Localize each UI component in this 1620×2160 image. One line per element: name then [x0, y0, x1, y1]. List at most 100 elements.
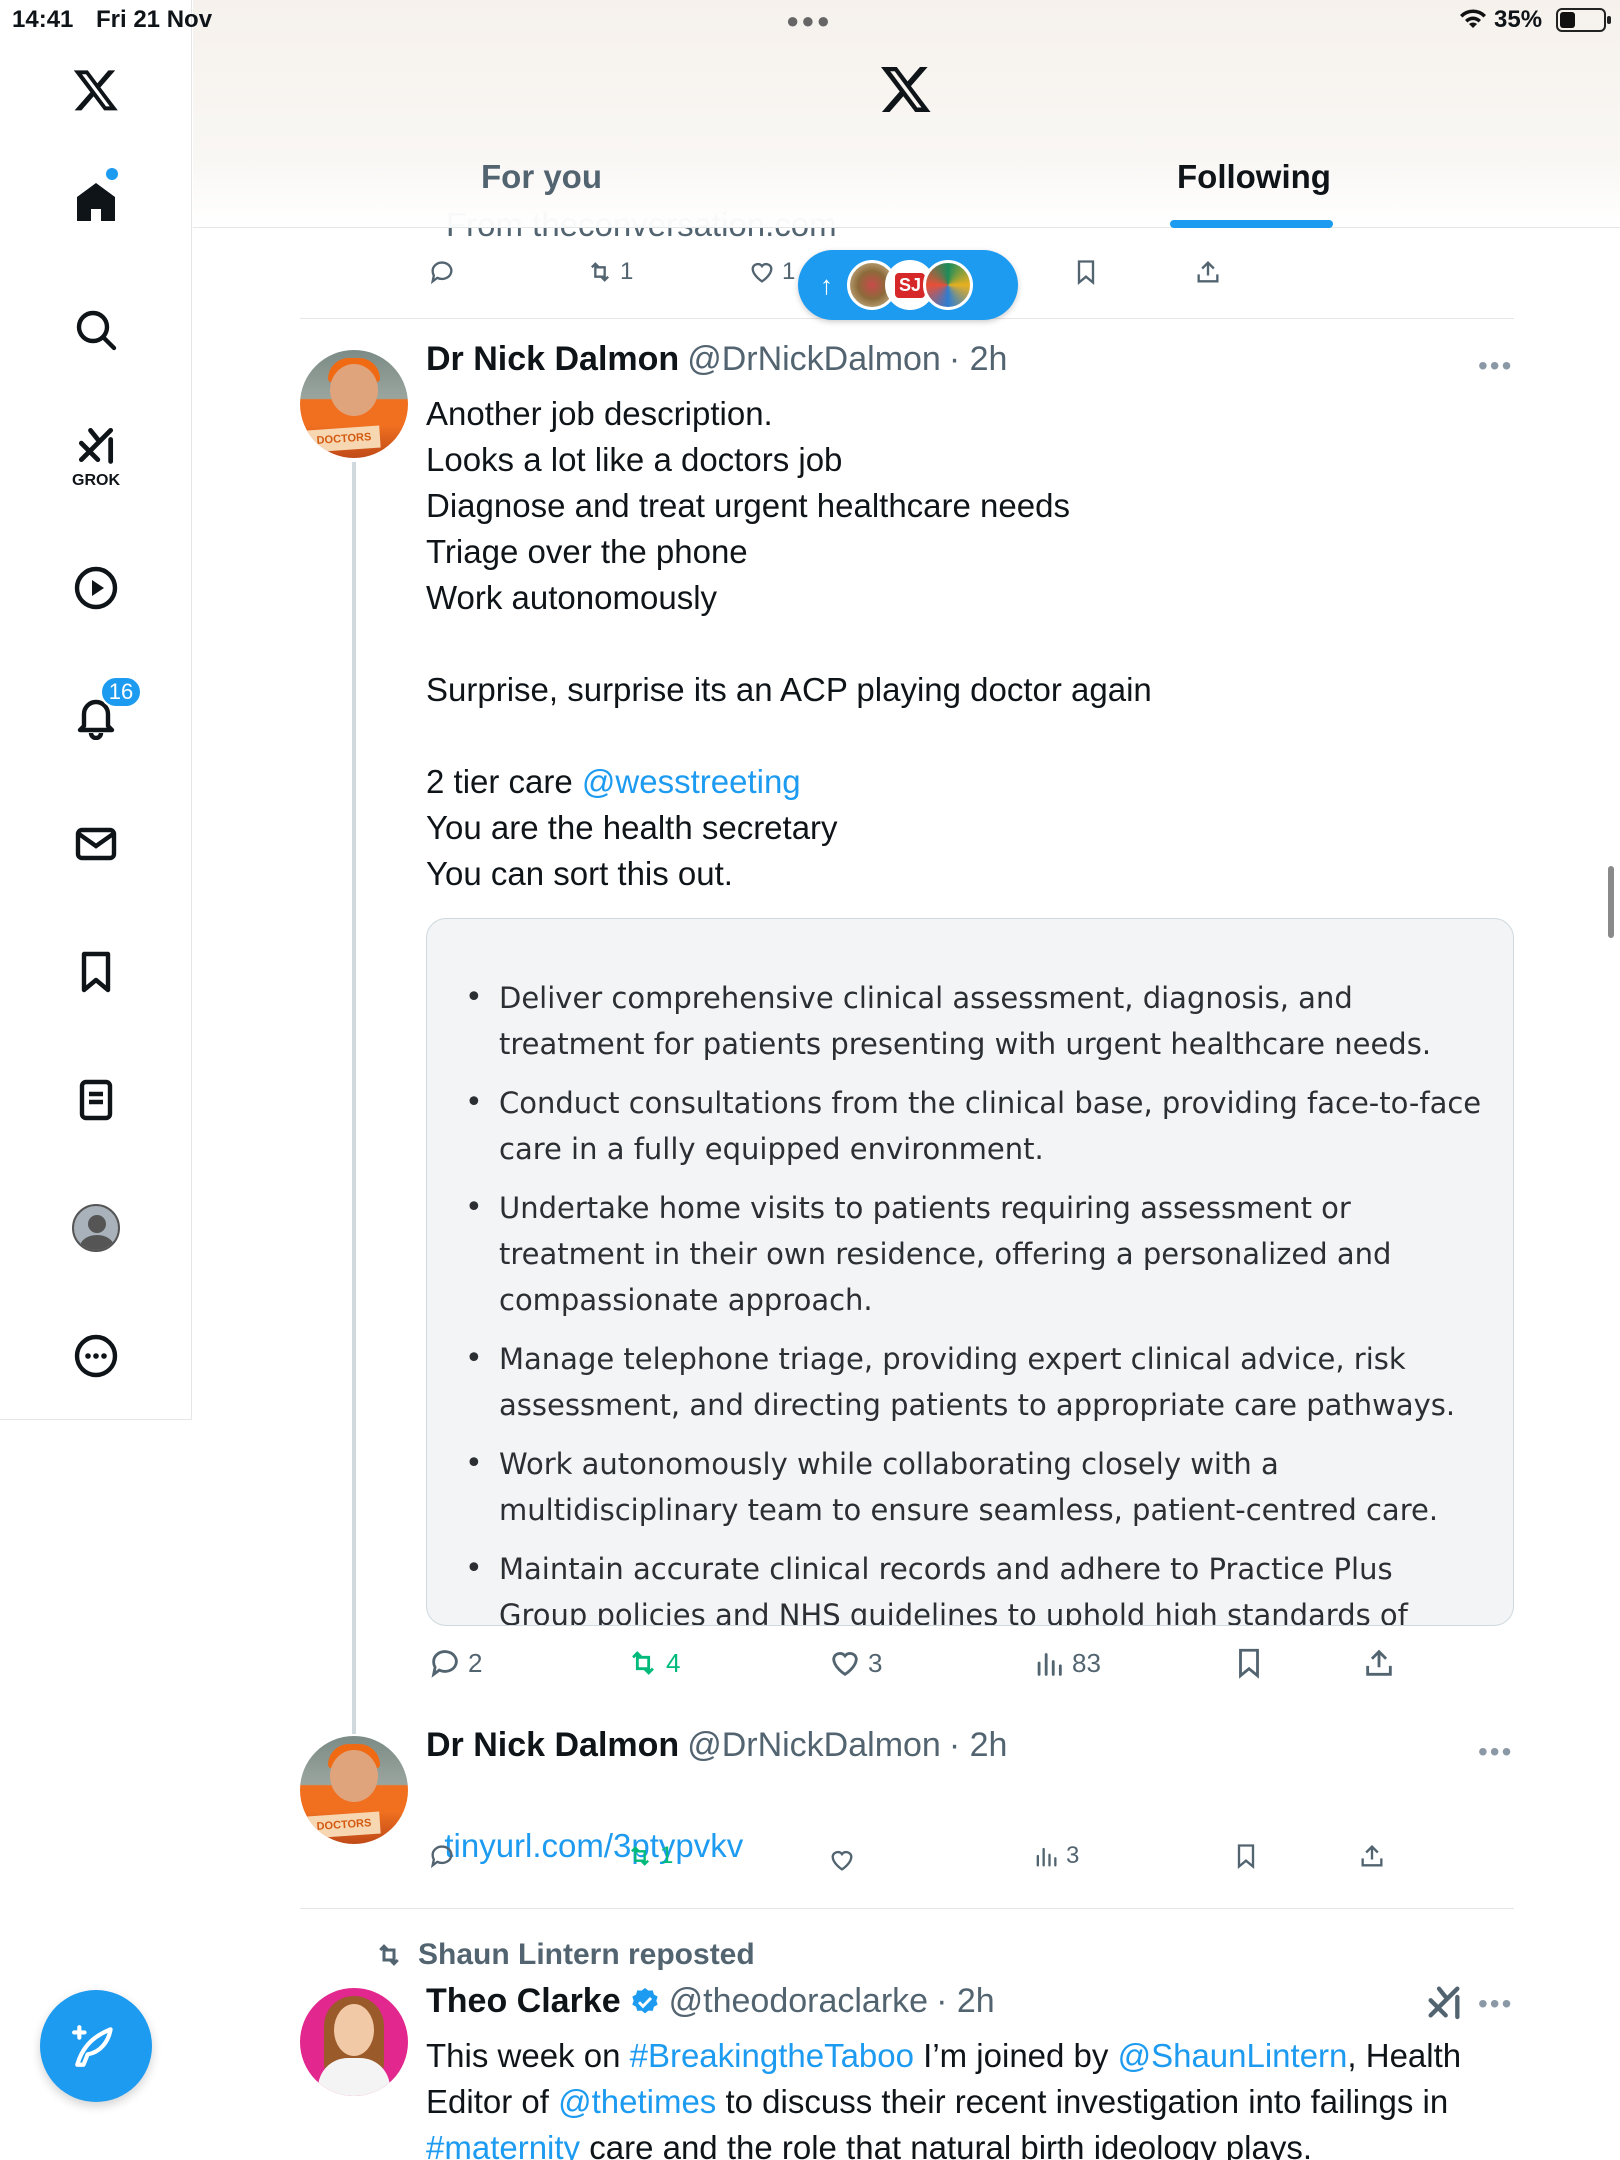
heart-icon — [831, 1850, 853, 1871]
tweet-link[interactable]: tinyurl.com/3ptypvkv — [444, 1827, 743, 1864]
text-segment: Editor of — [426, 2083, 559, 2120]
multitasking-dots-icon[interactable]: ●●● — [786, 8, 832, 34]
attached-image[interactable]: Deliver comprehensive clinical assessmen… — [426, 918, 1514, 1626]
mention-link[interactable]: @ShaunLintern — [1118, 2037, 1348, 2074]
profile-icon[interactable] — [62, 1194, 130, 1262]
mention-link[interactable]: @wesstreeting — [582, 763, 801, 800]
search-icon[interactable] — [62, 296, 130, 364]
repost-icon — [631, 1846, 649, 1866]
pill-avatar — [923, 260, 973, 310]
repost-button[interactable]: 1 — [586, 258, 633, 286]
bookmark-icon[interactable] — [62, 938, 130, 1006]
share-button[interactable] — [1194, 258, 1222, 286]
more-options-icon[interactable]: ••• — [1478, 350, 1513, 382]
views-count: 3 — [1066, 1842, 1080, 1869]
reply-button[interactable] — [428, 258, 456, 286]
reply-button[interactable]: 2 — [428, 1646, 482, 1680]
heart-icon — [751, 262, 773, 283]
profile-avatar — [72, 1204, 120, 1252]
views-button[interactable]: 83 — [1032, 1646, 1101, 1680]
x-logo-icon[interactable] — [877, 62, 935, 116]
list-icon[interactable] — [62, 1066, 130, 1134]
avatar[interactable] — [300, 1988, 408, 2096]
more-options-icon[interactable]: ••• — [1478, 1988, 1513, 2020]
share-button[interactable] — [1358, 1842, 1386, 1870]
views-count: 83 — [1072, 1647, 1101, 1678]
hashtag-link[interactable]: #maternity — [426, 2129, 580, 2160]
views-icon — [1037, 1653, 1062, 1676]
tab-following[interactable]: Following — [1177, 158, 1331, 196]
text-line: 2 tier care @wesstreeting — [426, 759, 1516, 805]
bookmark-icon — [1077, 260, 1095, 285]
mail-icon[interactable] — [62, 810, 130, 878]
text-line: Another job description. — [426, 395, 773, 432]
home-icon[interactable] — [62, 168, 130, 236]
avatar[interactable]: DOCTORS — [300, 350, 408, 458]
author-handle[interactable]: @theodoraclarke — [669, 1982, 928, 2021]
repost-label-text: Shaun Lintern reposted — [418, 1938, 755, 1971]
compose-button[interactable] — [40, 1990, 152, 2102]
verified-badge-icon — [631, 1987, 658, 2013]
tab-for-you[interactable]: For you — [481, 158, 602, 196]
author-name[interactable]: Dr Nick Dalmon — [426, 1726, 679, 1765]
bell-icon[interactable]: 16 — [62, 676, 142, 750]
text-line: Surprise, surprise its an ACP playing do… — [426, 671, 1152, 708]
tweet-text: This week on #BreakingtheTaboo I’m joine… — [426, 2033, 1526, 2160]
scrollbar[interactable] — [1608, 866, 1614, 938]
mention-link[interactable]: @thetimes — [558, 2083, 716, 2120]
like-button[interactable] — [828, 1846, 856, 1874]
share-button[interactable] — [1362, 1646, 1396, 1680]
notification-badge: 16 — [100, 676, 142, 708]
tweet-header: Dr Nick Dalmon @DrNickDalmon · 2h — [426, 340, 1007, 379]
arrow-up-icon: ↑ — [820, 269, 833, 300]
tweet-header: Dr Nick Dalmon @DrNickDalmon · 2h — [426, 1726, 1007, 1765]
list-item: Conduct consultations from the clinical … — [455, 1080, 1485, 1172]
grok-icon[interactable]: GROK — [62, 420, 130, 489]
like-button[interactable]: 1 — [748, 258, 795, 286]
views-button[interactable]: 3 — [1032, 1842, 1079, 1870]
reply-icon — [430, 1845, 453, 1869]
text-line: You are the health secretary — [426, 809, 838, 846]
author-handle[interactable]: @DrNickDalmon — [687, 340, 941, 379]
text-segment: to discuss their recent investigation in… — [716, 2083, 1449, 2120]
reply-button[interactable] — [428, 1842, 456, 1870]
battery-icon — [1556, 8, 1611, 32]
repost-label[interactable]: Shaun Lintern reposted — [374, 1938, 755, 1972]
author-handle[interactable]: @DrNickDalmon — [687, 1726, 941, 1765]
avatar-sign: DOCTORS — [307, 1811, 381, 1839]
more-icon[interactable] — [62, 1322, 130, 1390]
avatar[interactable]: DOCTORS — [300, 1736, 408, 1844]
list-item: Deliver comprehensive clinical assessmen… — [455, 975, 1485, 1067]
status-bar: 14:41 Fri 21 Nov ●●● 35% — [0, 0, 1620, 40]
like-button[interactable]: 3 — [828, 1646, 882, 1680]
bookmark-button[interactable] — [1232, 1842, 1260, 1870]
status-date: Fri 21 Nov — [96, 6, 213, 33]
more-options-icon[interactable]: ••• — [1478, 1736, 1513, 1768]
repost-button[interactable]: 1 — [626, 1842, 673, 1870]
text-line: Work autonomously — [426, 579, 718, 616]
new-posts-pill[interactable]: ↑ SJ — [798, 250, 1018, 320]
repost-button[interactable]: 4 — [626, 1646, 680, 1680]
bookmark-button[interactable] — [1072, 258, 1100, 286]
grok-icon[interactable] — [1424, 1982, 1464, 2022]
author-name[interactable]: Theo Clarke — [426, 1982, 621, 2021]
like-count: 1 — [782, 258, 796, 285]
bookmark-button[interactable] — [1232, 1646, 1266, 1680]
author-name[interactable]: Dr Nick Dalmon — [426, 340, 679, 379]
reply-icon — [431, 1650, 458, 1678]
divider — [300, 1908, 1514, 1909]
text-segment: I’m joined by — [913, 2037, 1118, 2074]
share-icon — [1197, 261, 1219, 283]
hashtag-link[interactable]: #BreakingtheTaboo — [630, 2037, 914, 2074]
list-item: Manage telephone triage, providing exper… — [455, 1336, 1485, 1428]
text-line: Diagnose and treat urgent healthcare nee… — [426, 487, 1070, 524]
list-item: Undertake home visits to patients requir… — [455, 1185, 1485, 1323]
tweet-text: tinyurl.com/3ptypvkv — [426, 1777, 1516, 1869]
x-logo-icon[interactable] — [62, 56, 130, 124]
video-icon[interactable] — [62, 554, 130, 622]
tweet-time: · 2h — [936, 1982, 995, 2020]
repost-icon — [591, 262, 609, 282]
job-description-list: Deliver comprehensive clinical assessmen… — [427, 919, 1513, 1625]
text-segment: care and the role that natural birth ide… — [580, 2129, 1313, 2160]
